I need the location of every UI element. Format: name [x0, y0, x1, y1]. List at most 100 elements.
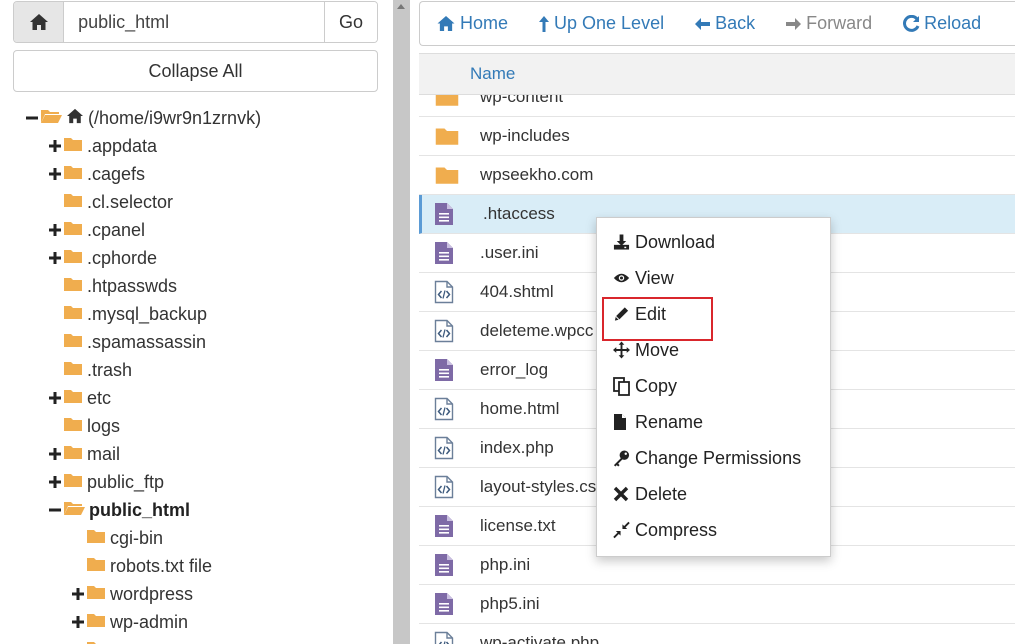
tree-item-label: robots.txt file: [110, 555, 213, 576]
times-icon: [613, 486, 635, 502]
tree-item[interactable]: .appdata: [49, 132, 157, 160]
tree-item[interactable]: .mysql_backup: [49, 300, 207, 328]
tree-item[interactable]: .htpasswds: [49, 272, 177, 300]
text-file-icon: [419, 553, 480, 577]
tree-item[interactable]: wp-admin: [72, 608, 188, 636]
context-menu-move[interactable]: Move: [597, 332, 830, 368]
tree-item-label: .mysql_backup: [87, 303, 208, 324]
file-row[interactable]: wpseekho.com: [419, 156, 1015, 195]
expand-plus-icon[interactable]: [72, 580, 84, 608]
folder-icon: [63, 164, 83, 185]
file-row[interactable]: wp-content: [419, 95, 1015, 117]
go-button[interactable]: Go: [324, 2, 377, 42]
up-one-level-button[interactable]: Up One Level: [538, 13, 664, 34]
tree-item[interactable]: wordpress: [72, 580, 193, 608]
expand-plus-icon[interactable]: [49, 216, 61, 244]
tree-item[interactable]: .cpanel: [49, 216, 145, 244]
scroll-up-arrow-icon[interactable]: [397, 4, 405, 9]
reload-button[interactable]: Reload: [902, 13, 981, 34]
folder-icon: [63, 472, 83, 493]
file-name: .htaccess: [483, 204, 555, 223]
back-button[interactable]: Back: [694, 13, 755, 34]
file-name: php5.ini: [480, 594, 540, 613]
home-icon: [437, 15, 455, 32]
tree-item[interactable]: public_html: [49, 496, 190, 524]
expand-plus-icon[interactable]: [49, 440, 61, 468]
home-icon: [66, 108, 84, 129]
tree-item[interactable]: logs: [49, 412, 120, 440]
forward-button-label: Forward: [806, 13, 873, 33]
expand-plus-icon[interactable]: [49, 132, 61, 160]
file-row[interactable]: wp-activate.php: [419, 624, 1015, 644]
expand-plus-icon[interactable]: [49, 468, 61, 496]
expand-plus-icon[interactable]: [72, 636, 84, 644]
code-file-icon: [419, 280, 480, 304]
collapse-minus-icon[interactable]: [26, 104, 38, 132]
eye-icon: [613, 271, 635, 285]
expand-plus-icon[interactable]: [72, 608, 84, 636]
collapse-all-button[interactable]: Collapse All: [13, 50, 378, 92]
folder-icon: [419, 165, 480, 185]
panel-splitter[interactable]: [393, 0, 410, 644]
tree-item[interactable]: cgi-bin: [72, 524, 163, 552]
folder-icon: [63, 248, 83, 269]
tree-item[interactable]: (/home/i9wr9n1zrnvk): [26, 104, 261, 132]
file-name: .user.ini: [480, 243, 539, 262]
forward-button[interactable]: Forward: [785, 13, 872, 34]
context-menu-copy[interactable]: Copy: [597, 368, 830, 404]
code-file-icon: [419, 436, 480, 460]
tree-item-label: .cphorde: [87, 247, 158, 268]
context-menu-compress[interactable]: Compress: [597, 512, 830, 548]
tree-item[interactable]: .trash: [49, 356, 132, 384]
context-menu: Download View Edit Move Copy Rename Change Per…: [596, 217, 831, 557]
context-menu-edit[interactable]: Edit: [597, 296, 830, 341]
context-menu-delete[interactable]: Delete: [597, 476, 830, 512]
expand-plus-icon[interactable]: [49, 244, 61, 272]
home-button[interactable]: Home: [436, 13, 508, 34]
tree-item-label: logs: [87, 415, 121, 436]
tree-item-label: wordpress: [110, 583, 194, 604]
file-icon: [613, 413, 635, 431]
tree-item[interactable]: .cagefs: [49, 160, 145, 188]
tree-item[interactable]: etc: [49, 384, 111, 412]
path-input[interactable]: [64, 2, 325, 42]
file-row[interactable]: wp-includes: [419, 117, 1015, 156]
context-menu-rename[interactable]: Rename: [597, 404, 830, 440]
home-directory-button[interactable]: [14, 2, 65, 42]
tree-item[interactable]: [72, 636, 110, 644]
expand-plus-icon[interactable]: [49, 160, 61, 188]
file-name: index.php: [480, 438, 554, 457]
tree-item[interactable]: .spamassassin: [49, 328, 206, 356]
tree-item-label: .cl.selector: [87, 191, 174, 212]
collapse-minus-icon[interactable]: [49, 496, 61, 524]
file-name: error_log: [480, 360, 549, 379]
file-name: 404.shtml: [480, 282, 554, 301]
name-column-header[interactable]: Name: [470, 64, 515, 84]
arrow-right-icon: [786, 17, 802, 30]
tree-item-label: cgi-bin: [110, 527, 164, 548]
folder-icon: [63, 444, 83, 465]
tree-item[interactable]: robots.txt file: [72, 552, 212, 580]
context-menu-change-permissions[interactable]: Change Permissions: [597, 440, 830, 476]
context-menu-download[interactable]: Download: [597, 224, 830, 260]
context-menu-label: Rename: [635, 411, 704, 432]
tree-item[interactable]: .cphorde: [49, 244, 157, 272]
home-icon: [29, 14, 48, 30]
tree-item[interactable]: .cl.selector: [49, 188, 173, 216]
tree-item-label: public_html: [89, 499, 191, 520]
context-menu-label: Edit: [635, 303, 667, 324]
tree-item-label: mail: [87, 443, 121, 464]
code-file-icon: [419, 631, 480, 644]
context-menu-label: Compress: [635, 519, 718, 540]
context-menu-view[interactable]: View: [597, 260, 830, 296]
folder-icon: [419, 95, 480, 107]
file-name: license.txt: [480, 516, 556, 535]
code-file-icon: [419, 475, 480, 499]
tree-item[interactable]: public_ftp: [49, 468, 164, 496]
expand-plus-icon[interactable]: [49, 384, 61, 412]
tree-item[interactable]: mail: [49, 440, 120, 468]
file-row[interactable]: php5.ini: [419, 585, 1015, 624]
path-bar: Go: [13, 1, 378, 43]
